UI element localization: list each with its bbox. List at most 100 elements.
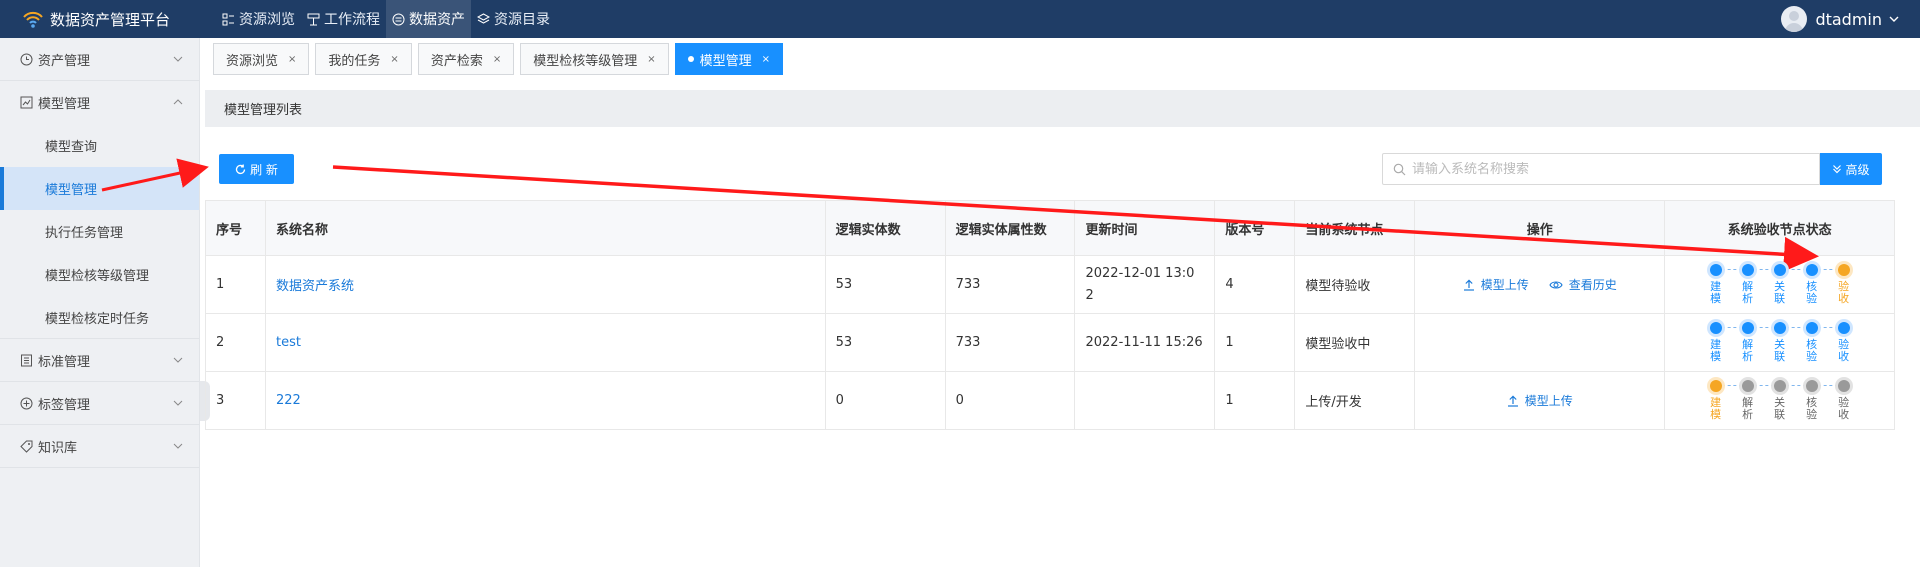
stage-node: 建模 — [1700, 264, 1742, 305]
sidebar-group-model-management[interactable]: 模型管理 — [0, 81, 199, 124]
stage-status-cell: 建模 解析 关联 核验 验收 — [1665, 372, 1895, 429]
tab-bar: 资源浏览 × 我的任务 × 资产检索 × 模型检核等级管理 × 模型管理 × — [213, 43, 789, 75]
close-icon[interactable]: × — [390, 54, 398, 65]
stage-label: 建模 — [1710, 396, 1722, 421]
actions-cell: 模型上传 — [1415, 372, 1666, 429]
tab-model-management[interactable]: 模型管理 × — [674, 43, 784, 75]
actions-cell: 模型上传 查看历史 — [1415, 256, 1666, 313]
column-header: 逻辑实体数 — [826, 201, 946, 255]
node-cell: 模型验收中 — [1295, 314, 1416, 371]
action-label: 模型上传 — [1480, 278, 1529, 292]
row-index: 1 — [206, 256, 266, 313]
tab-asset-search[interactable]: 资产检索 × — [417, 43, 515, 75]
topnav-item-workflow[interactable]: 工作流程 — [301, 0, 386, 38]
system-name-link[interactable]: test — [276, 335, 301, 350]
table-row: 2 test 53 733 2022-11-11 15:26 1 模型验收中 建… — [206, 314, 1895, 372]
topnav-item-resource-catalog[interactable]: 资源目录 — [471, 0, 556, 38]
column-header: 当前系统节点 — [1295, 201, 1416, 255]
entities-cell: 53 — [826, 314, 946, 371]
sidebar-group-asset-management[interactable]: 资产管理 — [0, 38, 199, 81]
chevron-down-icon — [1889, 16, 1899, 22]
system-name-link[interactable]: 222 — [276, 393, 301, 408]
topnav-item-data-assets[interactable]: 数据资产 — [386, 0, 471, 38]
tab-label: 资产检索 — [430, 53, 483, 69]
sidebar-group-tag-management[interactable]: 标签管理 — [0, 382, 199, 425]
avatar — [1781, 6, 1808, 32]
stage-connector — [1785, 385, 1806, 386]
flow-icon — [307, 13, 320, 25]
stage-label: 关联 — [1774, 338, 1786, 363]
close-icon[interactable]: × — [762, 54, 770, 65]
system-name-link[interactable]: 数据资产系统 — [276, 275, 354, 294]
panel-header: 模型管理列表 — [205, 90, 1920, 127]
stage-node: 关联 — [1764, 322, 1806, 363]
table-row: 3 222 0 0 1 上传/开发 模型上传 建模 解析 关联 核验 验收 — [206, 372, 1895, 430]
brand[interactable]: 数据资产管理平台 — [0, 0, 212, 38]
topnav-item-resource-browse[interactable]: 资源浏览 — [216, 0, 301, 38]
tag-icon — [20, 440, 33, 453]
stage-dot-icon — [1837, 264, 1850, 276]
document-icon — [21, 354, 32, 366]
stage-dot-icon — [1741, 322, 1754, 334]
stage-dot-icon — [1709, 322, 1722, 334]
stage-node: 验收 — [1828, 322, 1860, 363]
refresh-icon — [235, 164, 246, 174]
sidebar-group-label: 模型管理 — [38, 97, 91, 112]
stage-label: 验收 — [1838, 280, 1850, 305]
grid-icon — [222, 13, 234, 25]
stage-connector — [1721, 385, 1742, 386]
tab-my-tasks[interactable]: 我的任务 × — [315, 43, 412, 75]
plus-circle-icon — [20, 397, 33, 409]
stage-node: 解析 — [1732, 380, 1774, 421]
close-icon[interactable]: × — [493, 54, 501, 65]
column-header: 操作 — [1415, 201, 1666, 255]
user-icon — [1785, 11, 1804, 32]
sidebar-group-standard-management[interactable]: 标准管理 — [0, 339, 199, 382]
topnav-label: 数据资产 — [409, 12, 465, 28]
user-menu[interactable]: dtadmin — [1781, 0, 1900, 38]
sidebar-item-task-management[interactable]: 执行任务管理 — [0, 210, 199, 253]
upload-model-link[interactable]: 模型上传 — [1507, 392, 1573, 409]
upload-model-link[interactable]: 模型上传 — [1463, 276, 1529, 293]
tab-resource-browse[interactable]: 资源浏览 × — [213, 43, 310, 75]
database-icon — [392, 13, 405, 25]
search-input[interactable] — [1412, 161, 1812, 177]
stage-node: 核验 — [1796, 264, 1838, 305]
stage-label: 解析 — [1742, 280, 1754, 305]
view-history-link[interactable]: 查看历史 — [1549, 276, 1617, 293]
stage-dot-icon — [1709, 380, 1722, 392]
updated-cell — [1075, 372, 1216, 429]
sidebar-group-knowledge-base[interactable]: 知识库 — [0, 425, 199, 468]
advanced-search-button[interactable]: 高级 — [1820, 153, 1882, 185]
eye-icon — [1549, 280, 1563, 289]
updated-line: 2 — [1085, 287, 1094, 303]
stage-label: 建模 — [1710, 338, 1722, 363]
top-bar: 数据资产管理平台 资源浏览 工作流程 数据资产 资源目录 dtadmin — [0, 0, 1920, 38]
column-header: 版本号 — [1215, 201, 1296, 255]
stage-node: 验收 — [1828, 264, 1860, 305]
stage-connector — [1817, 327, 1838, 328]
tab-label: 资源浏览 — [226, 53, 279, 69]
app-title: 数据资产管理平台 — [50, 10, 171, 29]
sidebar-item-scheduled-check[interactable]: 模型检核定时任务 — [0, 296, 199, 339]
sidebar-item-model-query[interactable]: 模型查询 — [0, 124, 199, 167]
tab-check-level[interactable]: 模型检核等级管理 × — [520, 43, 669, 75]
stage-connector — [1721, 327, 1742, 328]
sidebar-item-check-level[interactable]: 模型检核等级管理 — [0, 253, 199, 296]
double-chevron-down-icon — [1833, 165, 1842, 174]
action-label: 查看历史 — [1568, 278, 1617, 292]
system-name-cell: 222 — [266, 372, 826, 429]
layers-icon — [477, 12, 490, 24]
stage-connector — [1785, 327, 1806, 328]
close-icon[interactable]: × — [647, 54, 655, 65]
sidebar-group-label: 知识库 — [38, 440, 78, 456]
app-root: 数据资产管理平台 资源浏览 工作流程 数据资产 资源目录 dtadmin 资产管… — [0, 0, 1920, 567]
version-cell: 1 — [1215, 372, 1296, 429]
stage-dot-icon — [1837, 322, 1850, 334]
sidebar-item-model-management[interactable]: 模型管理 — [0, 167, 199, 210]
refresh-button[interactable]: 刷 新 — [219, 154, 294, 184]
updated-line: 2022-12-01 13:0 — [1085, 265, 1195, 281]
column-header: 系统验收节点状态 — [1665, 201, 1895, 255]
close-icon[interactable]: × — [288, 54, 296, 65]
stage-dot-icon — [1805, 264, 1818, 276]
